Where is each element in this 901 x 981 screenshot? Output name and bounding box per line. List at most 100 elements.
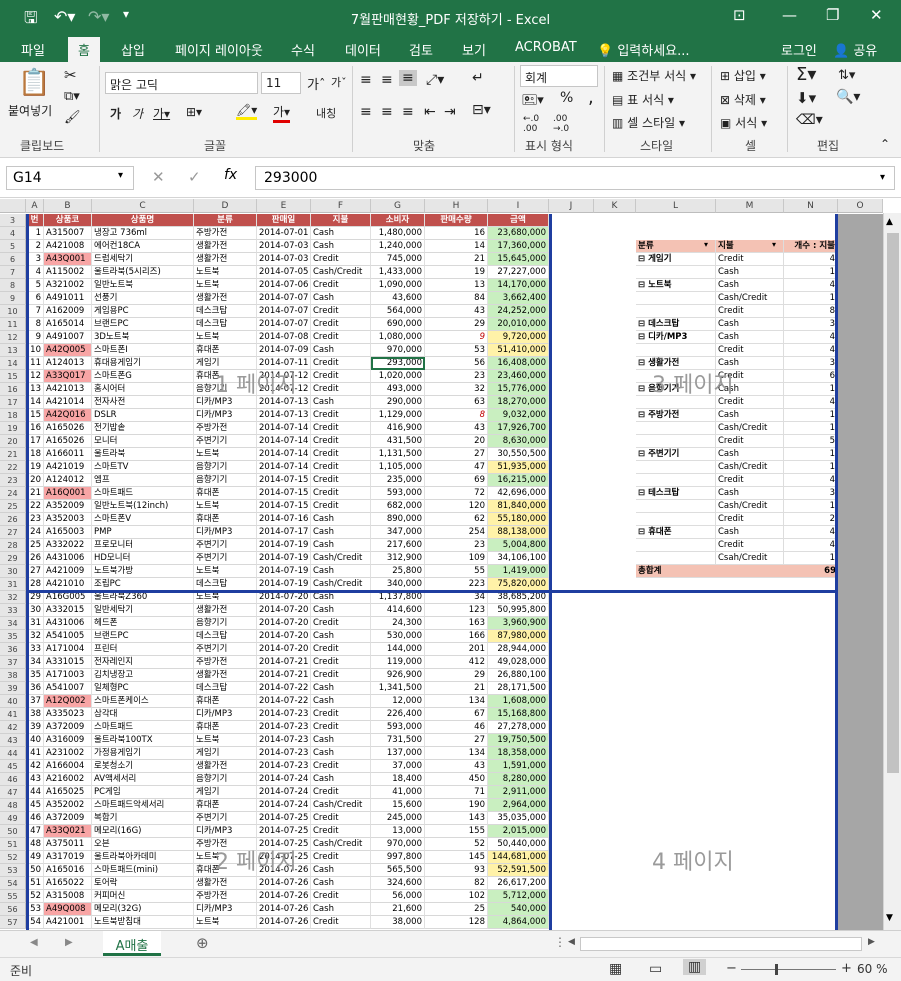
next-sheet-icon[interactable]: ▶	[65, 937, 73, 948]
table-cell[interactable]: 30,550,500	[488, 448, 549, 461]
row-header[interactable]: 18	[0, 409, 26, 422]
select-all-corner[interactable]	[0, 199, 26, 213]
merge-center-icon[interactable]: ⊟▾	[472, 102, 491, 118]
bold-icon[interactable]: 가	[110, 105, 121, 122]
table-cell[interactable]: 2014-07-26	[257, 877, 311, 890]
table-cell[interactable]: Credit	[311, 708, 371, 721]
table-cell[interactable]: 브랜드PC	[92, 318, 194, 331]
table-header-cell[interactable]: 판매일	[257, 214, 311, 227]
row-header[interactable]: 10	[0, 305, 26, 318]
table-cell[interactable]: 2014-07-01	[257, 227, 311, 240]
table-cell[interactable]: 1,480,000	[371, 227, 425, 240]
table-cell[interactable]: Credit	[311, 448, 371, 461]
table-cell[interactable]: 134	[425, 747, 488, 760]
pivot-cell[interactable]: Cash	[716, 279, 784, 292]
table-cell[interactable]: A541007	[44, 682, 92, 695]
table-cell[interactable]: 데스크탑	[194, 305, 257, 318]
table-cell[interactable]: 생활가전	[194, 604, 257, 617]
table-header-cell[interactable]: 상품명	[92, 214, 194, 227]
table-cell[interactable]: 13	[425, 279, 488, 292]
column-header[interactable]: A	[26, 199, 44, 213]
table-cell[interactable]: Credit	[311, 370, 371, 383]
new-sheet-icon[interactable]: ⊕	[196, 934, 209, 952]
table-cell[interactable]: A49Q008	[44, 903, 92, 916]
table-cell[interactable]: 2014-07-07	[257, 318, 311, 331]
table-cell[interactable]: 복합기	[92, 812, 194, 825]
table-cell[interactable]: 293,000	[371, 357, 425, 370]
table-cell[interactable]: 431,500	[371, 435, 425, 448]
login-link[interactable]: 로그인	[781, 40, 817, 59]
table-cell[interactable]: 128	[425, 916, 488, 929]
table-cell[interactable]: 생활가전	[194, 760, 257, 773]
table-cell[interactable]: 주변기기	[194, 812, 257, 825]
pivot-cell[interactable]: 4	[784, 279, 838, 292]
table-cell[interactable]: 3,960,900	[488, 617, 549, 630]
table-cell[interactable]: 1,020,000	[371, 370, 425, 383]
row-header[interactable]: 21	[0, 448, 26, 461]
table-cell[interactable]: 23,460,000	[488, 370, 549, 383]
table-cell[interactable]: 51,935,000	[488, 461, 549, 474]
table-cell[interactable]: Credit	[311, 890, 371, 903]
table-cell[interactable]: 52,591,500	[488, 864, 549, 877]
decrease-indent-icon[interactable]: ⇤	[424, 104, 436, 120]
name-box-dropdown-icon[interactable]: ▾	[118, 170, 123, 181]
table-cell[interactable]: 스마트폰V	[92, 513, 194, 526]
table-cell[interactable]: A165025	[44, 786, 92, 799]
font-size-combo[interactable]: 11	[261, 72, 301, 94]
table-cell[interactable]: 2014-07-26	[257, 903, 311, 916]
table-cell[interactable]: Cash	[311, 344, 371, 357]
table-cell[interactable]: 997,800	[371, 851, 425, 864]
table-cell[interactable]: 2014-07-23	[257, 760, 311, 773]
table-cell[interactable]: 102	[425, 890, 488, 903]
table-cell[interactable]: A33Q017	[44, 370, 92, 383]
pivot-cell[interactable]: 4	[784, 331, 838, 344]
table-cell[interactable]: 휴대폰	[194, 721, 257, 734]
table-cell[interactable]: 디카/MP3	[194, 409, 257, 422]
table-cell[interactable]: 음향기기	[194, 461, 257, 474]
table-cell[interactable]: 스마트폰케이스	[92, 695, 194, 708]
table-cell[interactable]: 144,000	[371, 643, 425, 656]
table-cell[interactable]: 2014-07-20	[257, 617, 311, 630]
table-cell[interactable]: A375011	[44, 838, 92, 851]
pivot-cell[interactable]: 4	[784, 539, 838, 552]
expand-formula-icon[interactable]: ▾	[880, 172, 885, 183]
table-cell[interactable]: 41,000	[371, 786, 425, 799]
table-cell[interactable]: 23	[425, 370, 488, 383]
table-cell[interactable]: 로봇청소기	[92, 760, 194, 773]
table-cell[interactable]: A42Q005	[44, 344, 92, 357]
tab-insert[interactable]: 삽입	[121, 40, 145, 59]
table-cell[interactable]: 2014-07-25	[257, 812, 311, 825]
table-cell[interactable]: Credit	[311, 760, 371, 773]
table-cell[interactable]: A165026	[44, 435, 92, 448]
column-header[interactable]: J	[549, 199, 594, 213]
table-cell[interactable]: 1,341,500	[371, 682, 425, 695]
table-cell[interactable]: 2014-07-17	[257, 526, 311, 539]
table-cell[interactable]: 235,000	[371, 474, 425, 487]
table-cell[interactable]: 음향기기	[194, 773, 257, 786]
table-cell[interactable]: A165026	[44, 422, 92, 435]
table-cell[interactable]: Cash	[311, 539, 371, 552]
table-cell[interactable]: 56,000	[371, 890, 425, 903]
table-cell[interactable]: A352009	[44, 500, 92, 513]
table-cell[interactable]: 토어락	[92, 877, 194, 890]
table-cell[interactable]: 노트북	[194, 916, 257, 929]
table-cell[interactable]: 노트북	[194, 448, 257, 461]
table-cell[interactable]: 53	[425, 344, 488, 357]
shrink-font-icon[interactable]: 가ˇ	[331, 74, 347, 90]
table-header-cell[interactable]: 판매수량	[425, 214, 488, 227]
table-cell[interactable]: 926,900	[371, 669, 425, 682]
horizontal-scrollbar[interactable]	[580, 937, 862, 951]
pivot-total-blank[interactable]	[716, 565, 784, 578]
pivot-cell[interactable]: 1	[784, 552, 838, 565]
table-cell[interactable]: 홈시어터	[92, 383, 194, 396]
table-cell[interactable]: 51,410,000	[488, 344, 549, 357]
table-cell[interactable]: 21,600	[371, 903, 425, 916]
table-header-cell[interactable]: 소비자	[371, 214, 425, 227]
pivot-filter-icon[interactable]: ▾	[772, 240, 776, 249]
copy-icon[interactable]: ⧉▾	[64, 89, 80, 104]
table-cell[interactable]: 노트북	[194, 734, 257, 747]
table-cell[interactable]: 62	[425, 513, 488, 526]
orientation-icon[interactable]: ⤢▾	[426, 72, 444, 88]
pivot-cell[interactable]	[636, 305, 716, 318]
column-header[interactable]: O	[838, 199, 883, 213]
